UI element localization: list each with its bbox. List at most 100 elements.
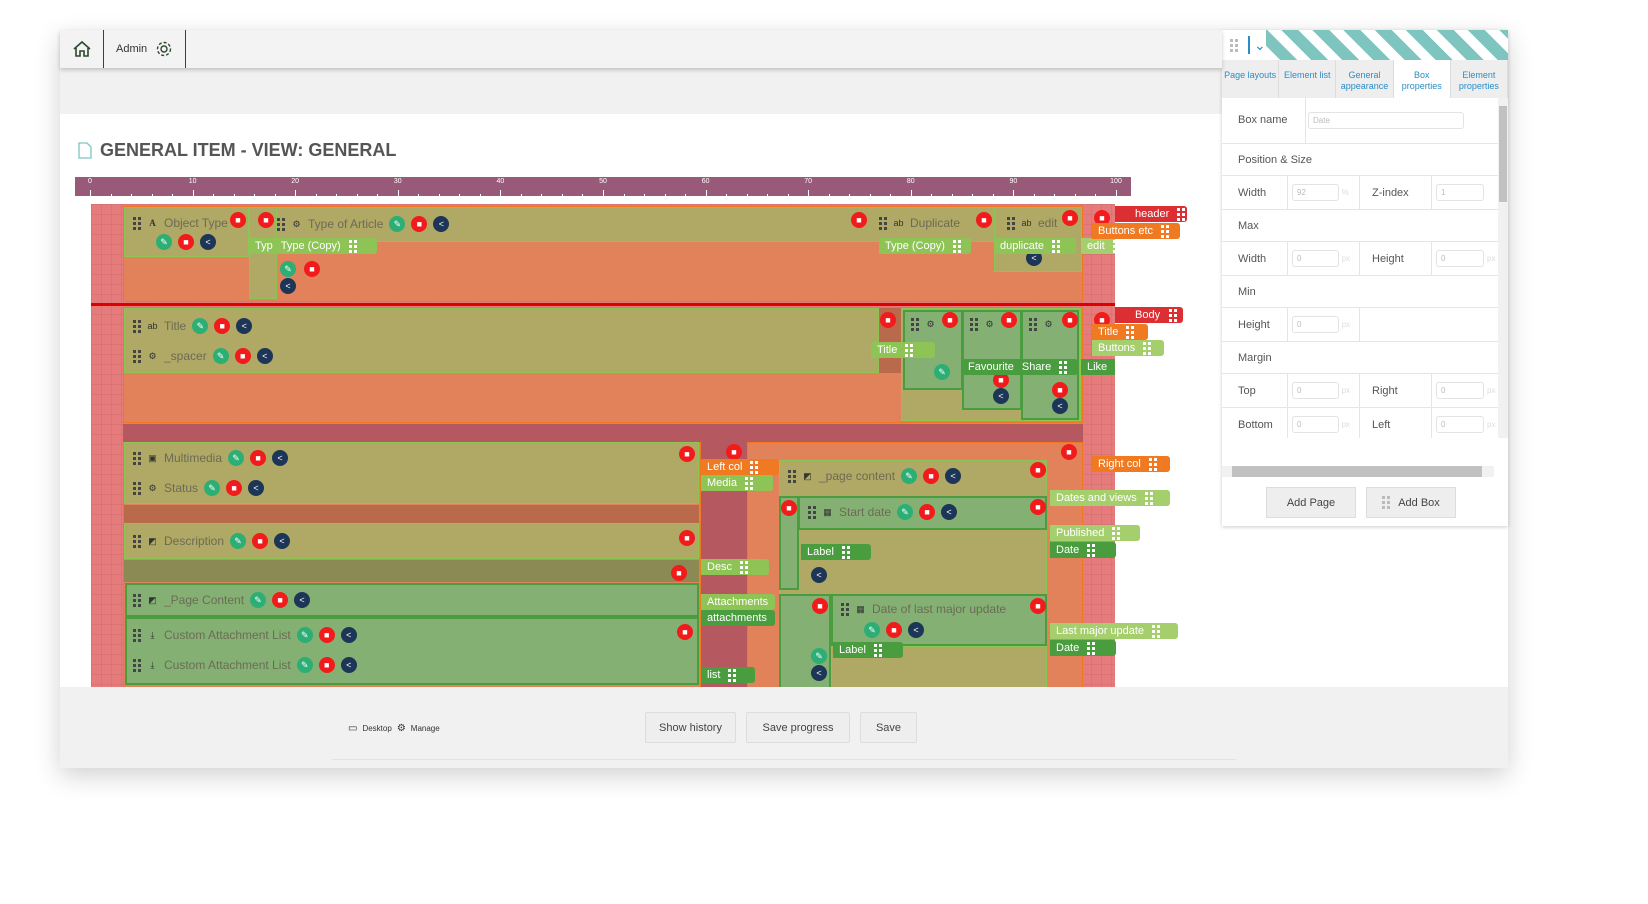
element-spacer[interactable]: ⚙ _spacer ✎ ■ < xyxy=(133,348,273,364)
element-status[interactable]: ⚙ Status ✎ ■ < xyxy=(133,480,265,496)
share-icon[interactable]: < xyxy=(811,665,827,681)
drag-handle-icon[interactable] xyxy=(788,469,796,483)
drag-handle-icon[interactable] xyxy=(911,318,919,331)
tag-type-copy[interactable]: Typ Type (Copy) xyxy=(249,238,377,254)
drag-handle-icon[interactable] xyxy=(133,451,141,465)
drag-handle-icon[interactable] xyxy=(841,602,849,616)
tag-attachments[interactable]: Attachments xyxy=(701,594,775,610)
tag-last-major-update[interactable]: Last major update xyxy=(1050,623,1178,639)
edit-icon[interactable]: ✎ xyxy=(204,480,221,496)
desktop-link[interactable]: Desktop xyxy=(362,724,391,733)
share-icon[interactable]: < xyxy=(811,567,827,583)
element-start-date[interactable]: ▦ Start date ✎ ■ < xyxy=(808,504,958,520)
delete-icon[interactable]: ■ xyxy=(851,212,867,228)
delete-icon[interactable]: ■ xyxy=(214,318,231,334)
delete-icon[interactable]: ■ xyxy=(886,622,902,638)
delete-icon[interactable]: ■ xyxy=(304,261,320,277)
tag-like[interactable]: Like xyxy=(1081,359,1115,375)
tag-dates-and-views[interactable]: Dates and views xyxy=(1050,490,1170,506)
edit-icon[interactable]: ✎ xyxy=(901,468,918,484)
drag-handle-icon[interactable] xyxy=(808,505,816,519)
share-icon[interactable]: < xyxy=(908,622,924,638)
delete-icon[interactable]: ■ xyxy=(226,480,243,496)
delete-icon[interactable]: ■ xyxy=(411,216,428,232)
element-page-content[interactable]: ◩ _Page Content ✎ ■ < xyxy=(133,592,311,608)
element-custom-attachment-list-2[interactable]: ⤓ Custom Attachment List ✎ ■ < xyxy=(133,657,357,673)
width-input[interactable]: 92 xyxy=(1292,184,1339,201)
element-share[interactable]: ⚙ xyxy=(970,318,995,331)
delete-icon[interactable]: ■ xyxy=(252,533,269,549)
tag-type-copy-2[interactable]: Type (Copy) xyxy=(879,238,971,254)
delete-icon[interactable]: ■ xyxy=(318,657,335,673)
share-icon[interactable]: < xyxy=(248,480,265,496)
share-icon[interactable]: < xyxy=(294,592,311,608)
max-height-input[interactable]: 0 xyxy=(1436,250,1484,267)
delete-icon[interactable]: ■ xyxy=(318,627,335,643)
delete-icon[interactable]: ■ xyxy=(919,504,936,520)
horizontal-scrollbar[interactable] xyxy=(1222,466,1494,477)
edit-icon[interactable]: ✎ xyxy=(212,348,229,364)
share-icon[interactable]: < xyxy=(1052,398,1068,414)
tab-element-properties[interactable]: Element properties xyxy=(1451,60,1509,98)
home-button[interactable] xyxy=(60,30,104,68)
delete-icon[interactable]: ■ xyxy=(272,592,289,608)
min-height-input[interactable]: 0 xyxy=(1292,316,1339,333)
tag-duplicate[interactable]: duplicate xyxy=(994,238,1076,254)
tag-list[interactable]: list xyxy=(701,667,755,683)
share-icon[interactable]: < xyxy=(340,657,357,673)
edit-icon[interactable]: ✎ xyxy=(228,450,245,466)
max-width-input[interactable]: 0 xyxy=(1292,250,1339,267)
tab-general-appearance[interactable]: General appearance xyxy=(1336,60,1394,98)
tag-body-title[interactable]: Title xyxy=(1092,324,1148,340)
tag-left-col[interactable]: Left col xyxy=(701,459,779,475)
delete-icon[interactable]: ■ xyxy=(1030,462,1046,478)
tag-media[interactable]: Media xyxy=(701,475,773,491)
add-page-button[interactable]: Add Page xyxy=(1266,487,1356,518)
drag-handle-icon[interactable] xyxy=(277,217,285,231)
tab-box-properties[interactable]: Box properties xyxy=(1393,60,1451,98)
tag-desc[interactable]: Desc xyxy=(701,559,769,575)
tag-label[interactable]: Label xyxy=(801,544,871,560)
delete-icon[interactable]: ■ xyxy=(923,468,940,484)
tag-buttons-etc[interactable]: Buttons etc xyxy=(1092,223,1180,239)
share-icon[interactable]: < xyxy=(200,234,216,250)
gear-icon[interactable] xyxy=(155,40,173,58)
tab-element-list[interactable]: Element list xyxy=(1279,60,1337,98)
edit-icon[interactable]: ✎ xyxy=(897,504,914,520)
element-description[interactable]: ◩ Description ✎ ■ < xyxy=(133,533,291,549)
drag-handle-icon[interactable] xyxy=(133,593,141,607)
tag-attachments-2[interactable]: attachments xyxy=(701,610,775,626)
zindex-input[interactable]: 1 xyxy=(1436,184,1484,201)
drag-handle-icon[interactable] xyxy=(133,628,141,642)
tag-header[interactable]: header xyxy=(1115,206,1187,222)
margin-right-input[interactable]: 0 xyxy=(1436,382,1484,399)
tag-favourite-share[interactable]: Favourite Share xyxy=(962,359,1078,375)
drag-handle-icon[interactable] xyxy=(133,534,141,548)
edit-icon[interactable]: ✎ xyxy=(192,318,209,334)
manage-link[interactable]: Manage xyxy=(411,724,440,733)
delete-icon[interactable]: ■ xyxy=(812,598,828,614)
tag-published[interactable]: Published xyxy=(1050,525,1140,541)
delete-icon[interactable]: ■ xyxy=(258,212,274,228)
collapse-chevron-icon[interactable]: ⌄ xyxy=(1248,36,1266,54)
delete-icon[interactable]: ■ xyxy=(677,624,693,640)
delete-icon[interactable]: ■ xyxy=(250,450,267,466)
element-title[interactable]: ab Title ✎ ■ < xyxy=(133,318,253,334)
tag-right-col[interactable]: Right col xyxy=(1092,456,1170,472)
drag-handle-icon[interactable] xyxy=(1029,318,1037,331)
edit-icon[interactable]: ✎ xyxy=(864,622,880,638)
drag-handle-icon[interactable] xyxy=(133,658,141,672)
share-icon[interactable]: < xyxy=(256,348,273,364)
save-button[interactable]: Save xyxy=(860,712,917,743)
element-type-of-article[interactable]: ⚙ Type of Article ✎ ■ < xyxy=(277,216,450,232)
show-history-button[interactable]: Show history xyxy=(645,712,736,743)
edit-icon[interactable]: ✎ xyxy=(811,648,827,664)
share-icon[interactable]: < xyxy=(340,627,357,643)
delete-icon[interactable]: ■ xyxy=(1061,444,1077,460)
margin-top-input[interactable]: 0 xyxy=(1292,382,1339,399)
edit-icon[interactable]: ✎ xyxy=(389,216,406,232)
drag-handle-icon[interactable] xyxy=(970,318,978,331)
share-icon[interactable]: < xyxy=(993,388,1009,404)
delete-icon[interactable]: ■ xyxy=(230,212,246,228)
add-box-button[interactable]: Add Box xyxy=(1366,487,1456,518)
